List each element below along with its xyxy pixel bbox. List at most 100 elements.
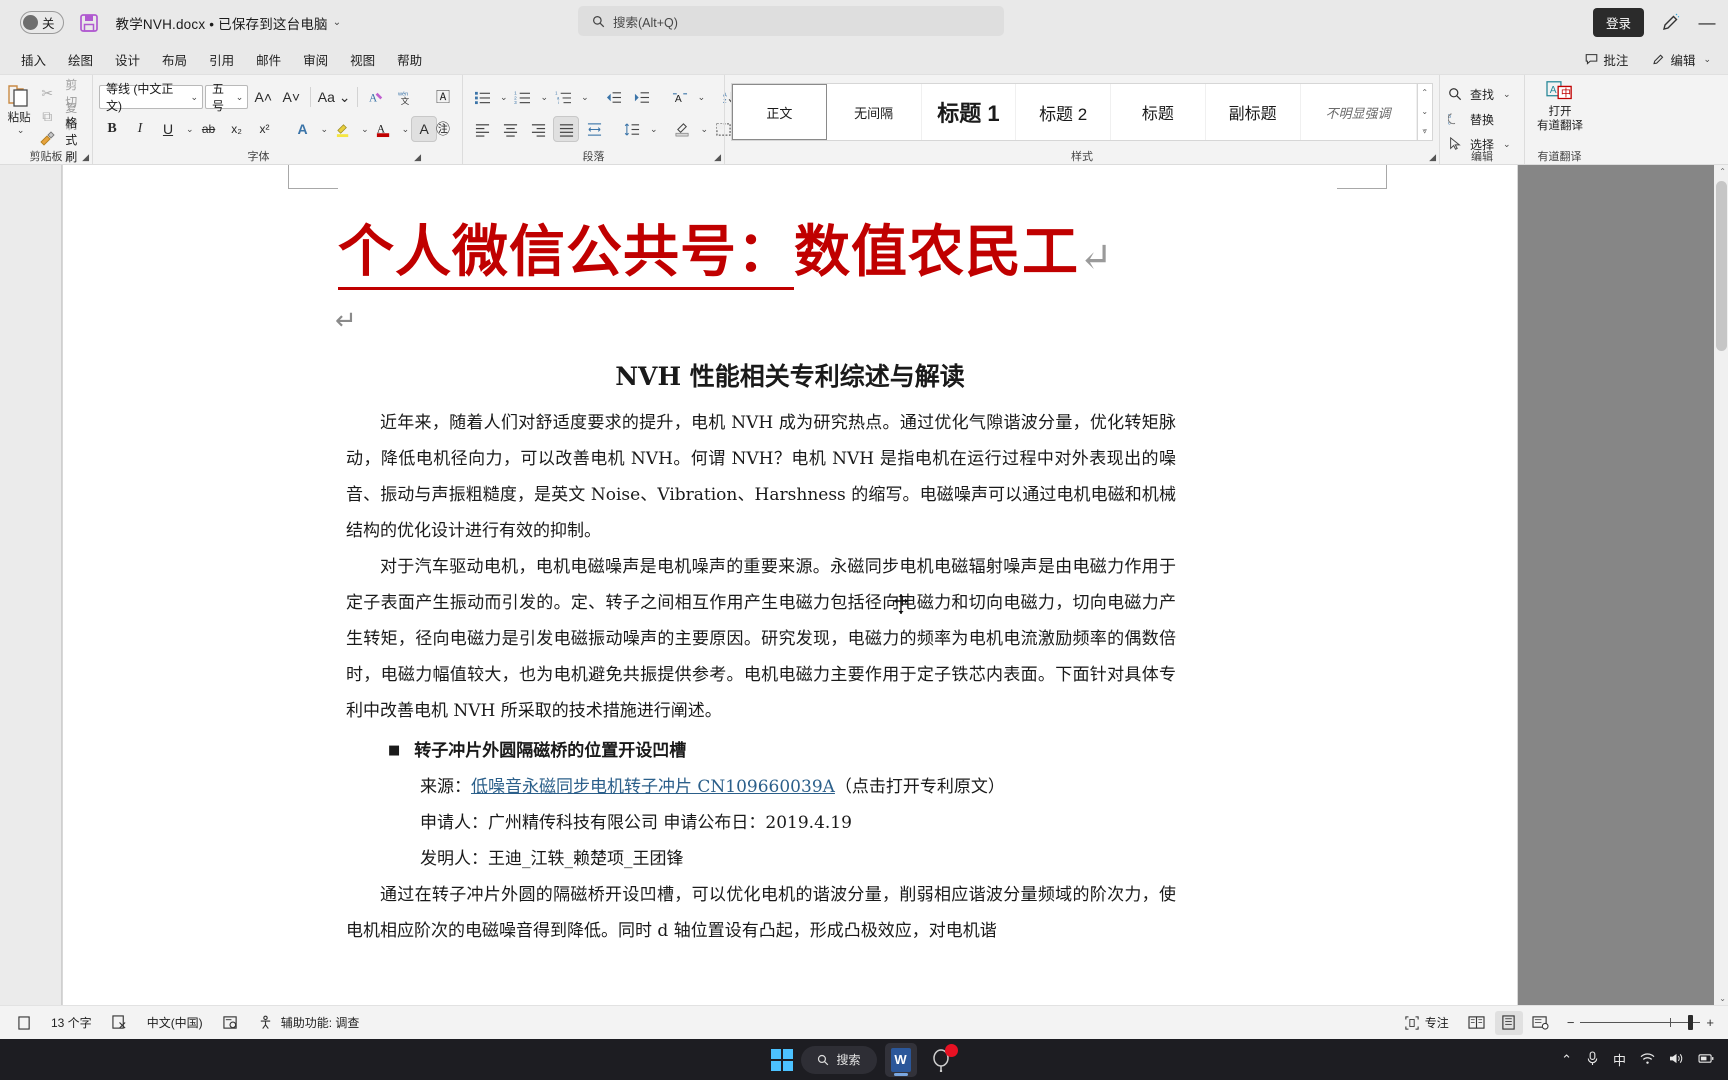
font-name-combo[interactable]: 等线 (中文正文) ⌄ [99,82,204,113]
taskbar-second-app[interactable] [925,1043,958,1077]
proofing-status[interactable] [102,1015,137,1030]
menu-item-mailings[interactable]: 邮件 [245,47,292,72]
document-title[interactable]: 教学NVH.docx • 已保存到这台电脑 [116,13,328,33]
autosave-toggle[interactable]: 关 [20,11,64,34]
page-count[interactable] [8,1015,41,1030]
font-color-icon[interactable]: A [371,116,397,142]
format-painter-button[interactable]: 格式刷 [34,116,86,164]
web-layout-button[interactable] [1527,1011,1555,1035]
line-spacing-dropdown-icon[interactable]: ⌄ [650,124,658,135]
styles-dialog-launcher[interactable]: ◢ [1429,152,1436,163]
word-count[interactable]: 13 个字 [41,1014,102,1031]
shading-icon[interactable] [670,116,696,142]
numbering-dropdown-icon[interactable]: ⌄ [541,92,549,103]
bold-button[interactable]: B [99,116,125,142]
editing-mode-button[interactable]: 编辑 ⌄ [1643,47,1720,72]
menu-item-review[interactable]: 审阅 [292,47,339,72]
open-yodao-button[interactable]: A 中 打开 有道翻译 [1531,79,1589,133]
accessibility-status[interactable]: 辅助功能: 调查 [248,1014,370,1031]
login-button[interactable]: 登录 [1592,8,1644,37]
styles-gallery-scroll[interactable]: ⌃ ⌄ ⩔ [1416,84,1433,140]
distribute-icon[interactable] [581,116,607,142]
print-layout-button[interactable] [1494,1010,1523,1035]
track-changes-status[interactable] [213,1015,248,1030]
paragraph-dialog-launcher[interactable]: ◢ [714,152,721,163]
phonetic-guide-icon[interactable]: wén 文 [392,84,418,110]
decrease-indent-icon[interactable] [601,84,627,110]
style-item-subtle-emphasis[interactable]: 不明显强调 [1301,84,1417,140]
find-button[interactable]: 查找 ⌄ [1446,83,1518,105]
bullet-dropdown-icon[interactable]: ⌄ [500,92,508,103]
shrink-font-icon[interactable]: A˅ [278,84,304,110]
subscript-button[interactable]: x₂ [224,116,250,142]
save-icon[interactable] [78,12,100,34]
find-dropdown-icon[interactable]: ⌄ [1503,89,1511,100]
chevron-down-icon[interactable]: ⌄ [17,125,25,136]
text-highlight-icon[interactable] [330,116,356,142]
underline-dropdown-icon[interactable]: ⌄ [186,124,194,135]
taskbar-word-app[interactable]: W [884,1042,917,1077]
justify-icon[interactable] [553,116,579,142]
change-case-icon[interactable]: Aa ⌄ [317,84,351,110]
red-heading[interactable]: 个人微信公共号：数值农民工↵ [338,207,1114,290]
style-item-nospacing[interactable]: 无间隔 [827,84,922,140]
style-item-title[interactable]: 标题 [1111,84,1206,140]
cjk-align-dropdown-icon[interactable]: ⌄ [698,92,706,103]
italic-button[interactable]: I [127,116,153,142]
style-item-heading2[interactable]: 标题 2 [1016,84,1112,140]
font-dialog-launcher[interactable]: ◢ [414,152,421,163]
document-area[interactable]: 个人微信公共号：数值农民工↵ ↵ NVH 性能相关专利综述与解读 近年来，随着人… [0,165,1728,1005]
document-body[interactable]: 近年来，随着人们对舒适度要求的提升，电机 NVH 成为研究热点。通过优化气隙谐波… [346,405,1176,949]
styles-gallery[interactable]: 正文 无间隔 标题 1 标题 2 标题 副标题 不明显强调 ⌃ ⌄ ⩔ [731,83,1433,141]
zoom-out-button[interactable]: − [1567,1015,1575,1030]
zoom-thumb[interactable] [1688,1015,1694,1030]
ime-indicator[interactable]: 中 [1613,1050,1626,1069]
menu-item-design[interactable]: 设计 [104,47,151,72]
scrollbar-thumb[interactable] [1716,181,1727,351]
pen-icon[interactable] [1660,13,1680,33]
styles-scroll-up-icon[interactable]: ⌃ [1418,84,1433,102]
character-border-icon[interactable]: 🄰 [430,84,456,110]
highlight-dropdown-icon[interactable]: ⌄ [361,124,369,135]
scroll-up-icon[interactable]: ⌃ [1719,167,1726,176]
line-spacing-icon[interactable] [619,116,645,142]
search-box[interactable]: 搜索(Alt+Q) [578,6,1004,36]
superscript-button[interactable]: x² [252,116,278,142]
patent-hyperlink[interactable]: 低噪音永磁同步电机转子冲片 CN109660039A [471,777,835,797]
menu-item-references[interactable]: 引用 [198,47,245,72]
styles-scroll-down-icon[interactable]: ⌄ [1418,103,1433,121]
bullet-list-icon[interactable] [469,84,495,110]
cjk-text-align-icon[interactable]: A [667,84,693,110]
menu-item-layout[interactable]: 布局 [151,47,198,72]
comments-button[interactable]: 批注 [1576,47,1637,72]
underline-button[interactable]: U [155,116,181,142]
minimize-button[interactable]: — [1696,14,1718,31]
styles-more-icon[interactable]: ⩔ [1418,122,1433,140]
increase-indent-icon[interactable] [629,84,655,110]
zoom-in-button[interactable]: + [1706,1015,1714,1030]
chevron-up-icon[interactable]: ⌃ [1561,1052,1572,1068]
zoom-slider[interactable]: − + [1567,1015,1714,1030]
battery-icon[interactable] [1698,1052,1714,1068]
text-effects-dropdown-icon[interactable]: ⌄ [321,124,329,135]
focus-mode-button[interactable]: 专注 [1395,1014,1459,1031]
font-color-dropdown-icon[interactable]: ⌄ [402,124,410,135]
zoom-track[interactable] [1580,1015,1701,1030]
read-mode-button[interactable] [1463,1011,1491,1035]
align-right-icon[interactable] [525,116,551,142]
grow-font-icon[interactable]: A˄ [250,84,276,110]
taskbar-search[interactable]: 搜索 [801,1045,877,1074]
menu-item-view[interactable]: 视图 [339,47,386,72]
font-size-combo[interactable]: 五号 ⌄ [205,82,249,113]
shading-dropdown-icon[interactable]: ⌄ [701,124,709,135]
strikethrough-button[interactable]: ab [196,116,222,142]
microphone-icon[interactable] [1586,1050,1599,1069]
style-item-normal[interactable]: 正文 [732,84,827,140]
windows-start-icon[interactable] [771,1048,794,1071]
clipboard-dialog-launcher[interactable]: ◢ [82,152,89,163]
document-page[interactable]: 个人微信公共号：数值农民工↵ ↵ NVH 性能相关专利综述与解读 近年来，随着人… [62,165,1518,1005]
numbered-list-icon[interactable]: 123 [510,84,536,110]
volume-icon[interactable] [1669,1052,1684,1068]
menu-item-insert[interactable]: 插入 [10,47,57,72]
multilevel-dropdown-icon[interactable]: ⌄ [581,92,589,103]
